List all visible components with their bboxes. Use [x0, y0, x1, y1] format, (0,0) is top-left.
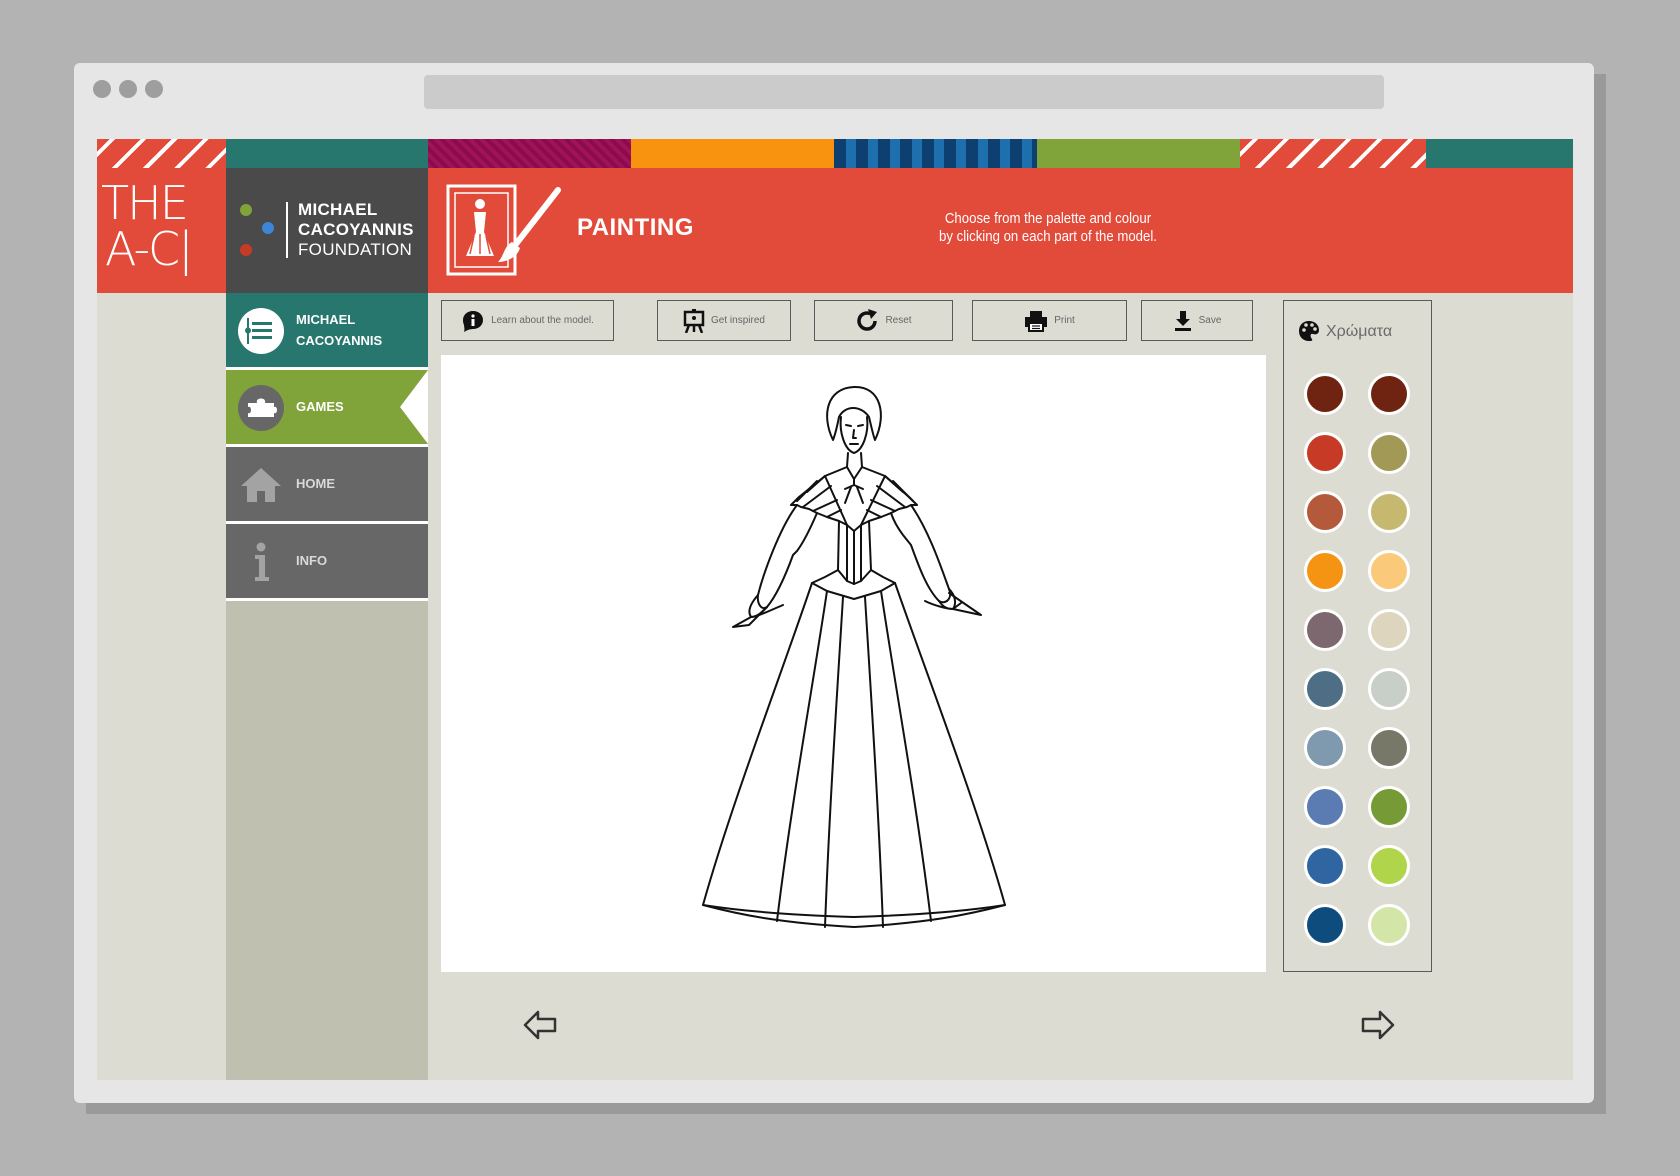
stripe-red-right [1240, 139, 1426, 168]
active-indicator [400, 370, 428, 444]
stripe-orange [631, 139, 834, 168]
stripe-blue [834, 139, 1037, 168]
color-swatch[interactable] [1304, 609, 1346, 651]
sidebar-item-info[interactable]: INFO [226, 524, 428, 598]
instructions-line-2: by clicking on each part of the model. [939, 228, 1157, 245]
home-icon [238, 462, 284, 508]
coloring-canvas[interactable] [441, 355, 1266, 972]
painting-icon [446, 184, 561, 276]
sidebar: MICHAEL CACOYANNIS GAMES HOME INFO [226, 293, 428, 1080]
instructions-line-1: Choose from the palette and colour [944, 210, 1152, 227]
address-bar[interactable] [424, 75, 1384, 109]
dress-model-drawing[interactable] [441, 355, 1266, 972]
color-swatch[interactable] [1304, 491, 1346, 533]
color-swatch[interactable] [1368, 432, 1410, 474]
color-swatch[interactable] [1368, 491, 1410, 533]
print-button[interactable]: Print [972, 300, 1127, 341]
foundation-divider [286, 202, 288, 258]
foundation-line-2: CACOYANNIS [298, 220, 414, 239]
logo-line-2: A-C| [105, 222, 194, 276]
foundation-dot-blue [262, 222, 274, 234]
learn-about-model-label: Learn about the model. [491, 315, 594, 326]
learn-about-model-button[interactable]: Learn about the model. [441, 300, 614, 341]
foundation-line-3: FOUNDATION [298, 240, 413, 259]
color-swatch[interactable] [1304, 432, 1346, 474]
next-arrow-icon[interactable] [1357, 1005, 1397, 1045]
color-swatch[interactable] [1304, 373, 1346, 415]
reset-icon [857, 308, 878, 331]
previous-arrow-icon[interactable] [521, 1005, 561, 1045]
model-ruffle-right [860, 475, 918, 526]
print-label: Print [1054, 315, 1075, 326]
color-swatch[interactable] [1368, 727, 1410, 769]
window-close-dot[interactable] [93, 80, 111, 98]
color-swatch[interactable] [1368, 786, 1410, 828]
stripe-magenta [428, 139, 631, 168]
color-swatch[interactable] [1304, 904, 1346, 946]
easel-icon [683, 308, 705, 333]
foundation-line-1: MICHAEL [298, 200, 378, 219]
download-icon [1174, 310, 1191, 331]
reset-label: Reset [885, 315, 912, 326]
aci-logo[interactable]: THE A-C| [97, 168, 226, 293]
color-swatch[interactable] [1368, 845, 1410, 887]
foundation-dot-green [240, 204, 252, 216]
window-minimize-dot[interactable] [119, 80, 137, 98]
save-button[interactable]: Save [1141, 300, 1253, 341]
reset-button[interactable]: Reset [814, 300, 953, 341]
color-swatch[interactable] [1368, 609, 1410, 651]
color-swatch[interactable] [1368, 904, 1410, 946]
sidebar-label-info: INFO [296, 553, 328, 568]
model-skirt [702, 582, 1006, 928]
color-swatch[interactable] [1304, 668, 1346, 710]
page-header: PAINTING Choose from the palette and col… [428, 168, 1573, 293]
get-inspired-label: Get inspired [711, 315, 765, 326]
color-swatch[interactable] [1304, 786, 1346, 828]
foundation-logo[interactable]: MICHAEL CACOYANNIS FOUNDATION [226, 168, 428, 293]
palette-title: Χρώματα [1326, 323, 1393, 340]
color-swatch[interactable] [1368, 373, 1410, 415]
list-icon [238, 308, 284, 354]
sidebar-label-cacoyannis: CACOYANNIS [296, 333, 383, 348]
instructions: Choose from the palette and colour by cl… [916, 210, 1180, 246]
page-title: PAINTING [577, 214, 694, 241]
puzzle-icon [238, 385, 284, 431]
get-inspired-button[interactable]: Get inspired [657, 300, 791, 341]
color-swatch[interactable] [1304, 845, 1346, 887]
color-swatch[interactable] [1304, 550, 1346, 592]
printer-icon [1025, 310, 1048, 332]
color-swatch[interactable] [1368, 550, 1410, 592]
stripe-red [97, 139, 226, 168]
color-swatch[interactable] [1368, 668, 1410, 710]
sidebar-item-home[interactable]: HOME [226, 447, 428, 521]
info-bubble-icon [463, 310, 484, 332]
info-icon [238, 539, 284, 585]
model-collar [824, 466, 886, 532]
sidebar-label-home: HOME [296, 476, 335, 491]
stripe-green [1037, 139, 1240, 168]
sidebar-item-games[interactable]: GAMES [226, 370, 428, 444]
model-sleeve-right [890, 504, 951, 604]
page: THE A-C| MICHAEL CACOYANNIS FOUNDATION P… [97, 139, 1573, 1080]
sidebar-item-michael-cacoyannis[interactable]: MICHAEL CACOYANNIS [226, 293, 428, 367]
palette-icon [1299, 321, 1319, 341]
foundation-dot-red [240, 244, 252, 256]
logo-line-1: THE [101, 176, 189, 230]
stripe-teal [226, 139, 428, 168]
color-swatch[interactable] [1304, 727, 1346, 769]
save-label: Save [1198, 315, 1222, 326]
model-neck [846, 452, 863, 468]
sidebar-label-michael: MICHAEL [296, 312, 356, 327]
sidebar-label-games: GAMES [296, 399, 344, 414]
stripe-teal-right [1426, 139, 1573, 168]
window-maximize-dot[interactable] [145, 80, 163, 98]
color-palette: Χρώματα [1283, 300, 1432, 972]
sidebar-divider [226, 598, 428, 601]
model-ruffle-left [790, 475, 848, 526]
